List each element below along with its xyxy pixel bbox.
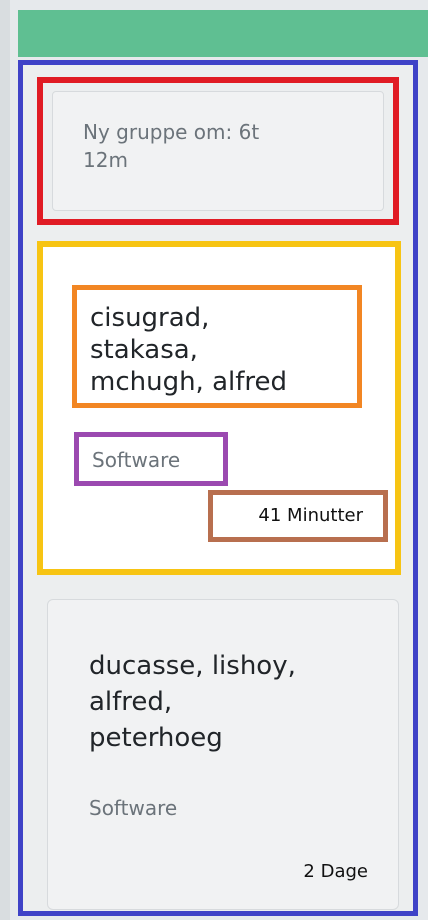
group-names-line: ducasse, lishoy, — [89, 651, 296, 681]
app-page: Ny gruppe om: 6t 12m cisugrad, stakasa, … — [0, 0, 428, 920]
notice-text-line1: Ny gruppe om: 6t — [83, 120, 260, 144]
group-names-line: peterhoeg — [89, 723, 223, 753]
group-time-ago: 41 Minutter — [258, 505, 363, 526]
group-names-line: stakasa, — [90, 335, 198, 365]
notice-card: Ny gruppe om: 6t 12m — [52, 91, 384, 211]
top-bar — [18, 10, 428, 57]
group-names-line: alfred, — [89, 687, 173, 717]
left-scroll-strip — [0, 0, 10, 920]
group-category: Software — [89, 796, 178, 820]
group-time-ago: 2 Dage — [303, 861, 368, 882]
next-group-notice: Ny gruppe om: 6t 12m — [37, 77, 399, 225]
group-time-box: 41 Minutter — [208, 490, 388, 542]
group-card-2[interactable]: ducasse, lishoy, alfred, peterhoeg Softw… — [47, 599, 399, 910]
group-list-panel: Ny gruppe om: 6t 12m cisugrad, stakasa, … — [18, 60, 418, 916]
group-names-line: mchugh, alfred — [90, 367, 288, 397]
group-names-line: cisugrad, — [90, 303, 210, 333]
group-card-1[interactable]: cisugrad, stakasa, mchugh, alfred Softwa… — [37, 241, 401, 575]
group-category-box: Software — [74, 432, 228, 486]
group-names: ducasse, lishoy, alfred, peterhoeg — [89, 648, 296, 756]
group-names: cisugrad, stakasa, mchugh, alfred — [90, 302, 287, 398]
notice-text-line2: 12m — [83, 148, 128, 172]
group-names-box: cisugrad, stakasa, mchugh, alfred — [72, 285, 362, 408]
group-category: Software — [92, 448, 181, 472]
